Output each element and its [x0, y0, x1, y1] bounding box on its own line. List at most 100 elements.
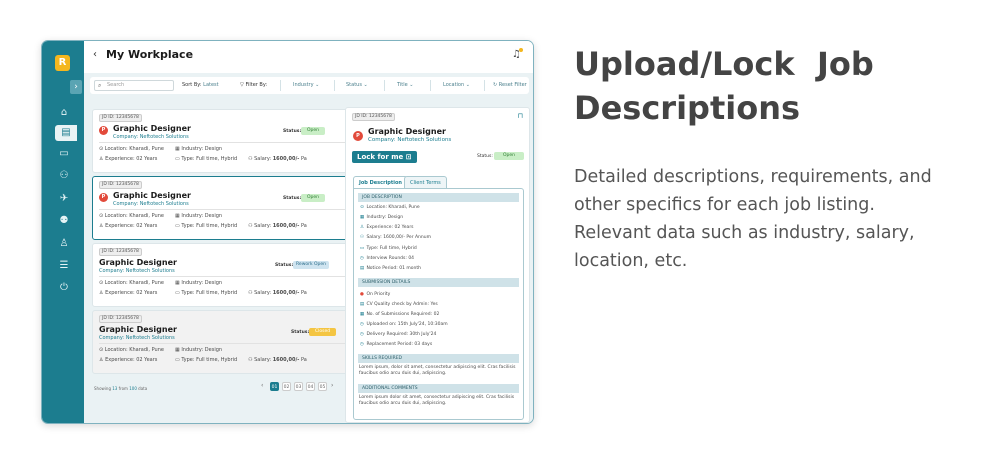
company-name: Company: Neftotech Solutions — [99, 335, 175, 341]
salary-icon: ⚇ — [248, 156, 253, 162]
back-button[interactable]: ‹ — [93, 49, 97, 60]
industry-text: Industry: Design — [181, 213, 223, 219]
filter-bar: ⌕ Search Sort By: Latest ▽ Filter By: Ind… — [90, 77, 529, 94]
detail-salary-text: Salary: 1600,00/- Per Annum — [366, 235, 431, 240]
location-label: Location — [443, 82, 465, 88]
status-label: Status: — [283, 196, 302, 201]
submission-delivery: ◷ Delivery Required: 30th July'24 — [359, 332, 436, 337]
page-button[interactable]: 05 — [318, 382, 327, 391]
company-logo: P — [99, 193, 108, 202]
status-label: Status: — [477, 154, 493, 159]
status-badge: Open — [301, 194, 326, 202]
detail-industry: ▦ Industry: Design — [359, 215, 403, 220]
industry-icon: ▦ — [175, 213, 180, 219]
showing-count: Showing 13 from 100 data — [94, 386, 147, 391]
skills-heading: SKILLS REQUIRED — [358, 354, 519, 363]
filter-label-text: Filter By: — [245, 82, 268, 88]
salary-info: ⚇ Salary: 1600,00/- Pa — [248, 290, 307, 296]
industry-text: Industry: Design — [181, 146, 223, 152]
status-dropdown[interactable]: Status ⌄ — [346, 82, 368, 88]
location-icon: ⊙ — [99, 280, 104, 286]
page-button[interactable]: 03 — [294, 382, 303, 391]
submission-replacement-text: Replacement Period: 03 days — [366, 342, 433, 347]
salary-value: 1600,00/- — [272, 357, 300, 363]
search-input[interactable]: ⌕ Search — [94, 80, 174, 91]
job-id: JD ID: 12345678 — [99, 181, 142, 189]
team-icon[interactable]: ⚇ — [55, 168, 73, 184]
salary-icon: ⚇ — [248, 290, 253, 296]
job-title: Graphic Designer — [113, 191, 191, 200]
job-card[interactable]: JD ID: 12345678 ⊓ P Graphic Designer Com… — [92, 176, 379, 240]
submission-quality-text: CV Quality check by Admin: Yes — [366, 302, 438, 307]
salary-value: 1600,00/- — [272, 290, 300, 296]
submission-replacement: ◷ Replacement Period: 03 days — [359, 342, 432, 347]
feature-desc-line: Detailed descriptions, requirements, and — [574, 167, 932, 187]
status-label: Status: — [283, 129, 302, 134]
industry-dropdown[interactable]: Industry ⌄ — [293, 82, 319, 88]
title-dropdown[interactable]: Title ⌄ — [397, 82, 414, 88]
status-label: Status: — [275, 263, 294, 268]
industry-icon: ▦ — [175, 280, 180, 286]
home-icon[interactable]: ⌂ — [55, 105, 73, 121]
rocket-icon[interactable]: ✈ — [55, 191, 73, 207]
detail-industry-text: Industry: Design — [366, 215, 404, 220]
comments-heading: ADDITIONAL COMMENTS — [358, 384, 519, 393]
expand-sidebar-button[interactable]: › — [70, 80, 82, 94]
jobs-icon[interactable]: ▤ — [55, 125, 77, 141]
location-info: ⊙ Location: Kharadi, Pune — [99, 347, 164, 353]
list-icon[interactable]: ☰ — [55, 258, 73, 274]
sort-dropdown[interactable]: Sort By: Latest — [182, 82, 219, 88]
job-card[interactable]: JD ID: 12345678 ⊓ P Graphic Designer Com… — [92, 109, 379, 173]
divider — [99, 343, 372, 344]
power-icon[interactable]: ⏻ — [55, 280, 73, 296]
status-badge: Open — [301, 127, 326, 135]
briefcase-icon[interactable]: ▭ — [55, 146, 73, 162]
type-text: Type: Full time, Hybrid — [181, 357, 238, 363]
job-card[interactable]: JD ID: 12345678 ⊓ Graphic Designer Compa… — [92, 310, 379, 374]
industry-info: ▦ Industry: Design — [175, 347, 222, 353]
detail-salary: ⚇ Salary: 1600,00/- Per Annum — [359, 235, 431, 240]
reset-filter-button[interactable]: ↻ Reset Filter — [493, 82, 527, 88]
type-info: ▭ Type: Full time, Hybrid — [175, 223, 237, 229]
bell-icon[interactable]: ♫ — [512, 48, 523, 60]
page-button[interactable]: 02 — [282, 382, 291, 391]
experience-text: Experience: 02 Years — [105, 223, 158, 229]
sort-value: Latest — [203, 82, 219, 88]
experience-info: ♙ Experience: 02 Years — [99, 223, 157, 229]
bookmark-icon[interactable]: ⊓ — [518, 112, 523, 120]
job-card[interactable]: JD ID: 12345678 ⊓ Graphic Designer Compa… — [92, 243, 379, 307]
detail-notice-period: ▤ Notice Period: 01 month — [359, 266, 421, 271]
users-icon[interactable]: ⚉ — [55, 213, 73, 229]
experience-text: Experience: 02 Years — [105, 156, 158, 162]
detail-experience-text: Experience: 02 Years — [366, 225, 414, 230]
location-dropdown[interactable]: Location ⌄ — [443, 82, 470, 88]
clock-icon: ◷ — [360, 322, 364, 327]
divider — [384, 80, 385, 91]
interview-icon: ◷ — [360, 256, 364, 261]
feature-description: Detailed descriptions, requirements, and… — [574, 163, 954, 275]
page-button[interactable]: 04 — [306, 382, 315, 391]
notification-dot — [519, 48, 523, 52]
salary-label: Salary: — [254, 156, 272, 162]
prev-page-button[interactable]: ‹ — [261, 382, 263, 389]
industry-icon: ▦ — [359, 215, 365, 220]
showing-suffix: data — [138, 386, 148, 391]
type-text: Type: Full time, Hybrid — [181, 290, 238, 296]
type-info: ▭ Type: Full time, Hybrid — [175, 290, 237, 296]
submission-priority-text: On Priority — [366, 292, 391, 297]
feature-desc-line: other specifics for each job listing. — [574, 195, 875, 215]
lock-for-me-button[interactable]: Lock for me ⊡ — [352, 151, 417, 163]
page-button[interactable]: 01 — [270, 382, 279, 391]
next-page-button[interactable]: › — [331, 382, 333, 389]
type-text: Type: Full time, Hybrid — [181, 223, 238, 229]
industry-info: ▦ Industry: Design — [175, 280, 222, 286]
salary-unit: Pa — [300, 357, 307, 363]
salary-icon: ⚇ — [248, 357, 253, 363]
detail-interview-text: Interview Rounds: 04 — [366, 256, 415, 261]
priority-icon: ● — [360, 292, 364, 297]
monitor-icon: ▭ — [359, 246, 365, 251]
profile-icon[interactable]: ♙ — [55, 236, 73, 252]
comments-text: Lorem ipsum dolor sit amet, consectetur … — [359, 395, 515, 406]
showing-total: 100 — [129, 386, 137, 391]
submission-delivery-text: Delivery Required: 30th July'24 — [366, 332, 437, 337]
